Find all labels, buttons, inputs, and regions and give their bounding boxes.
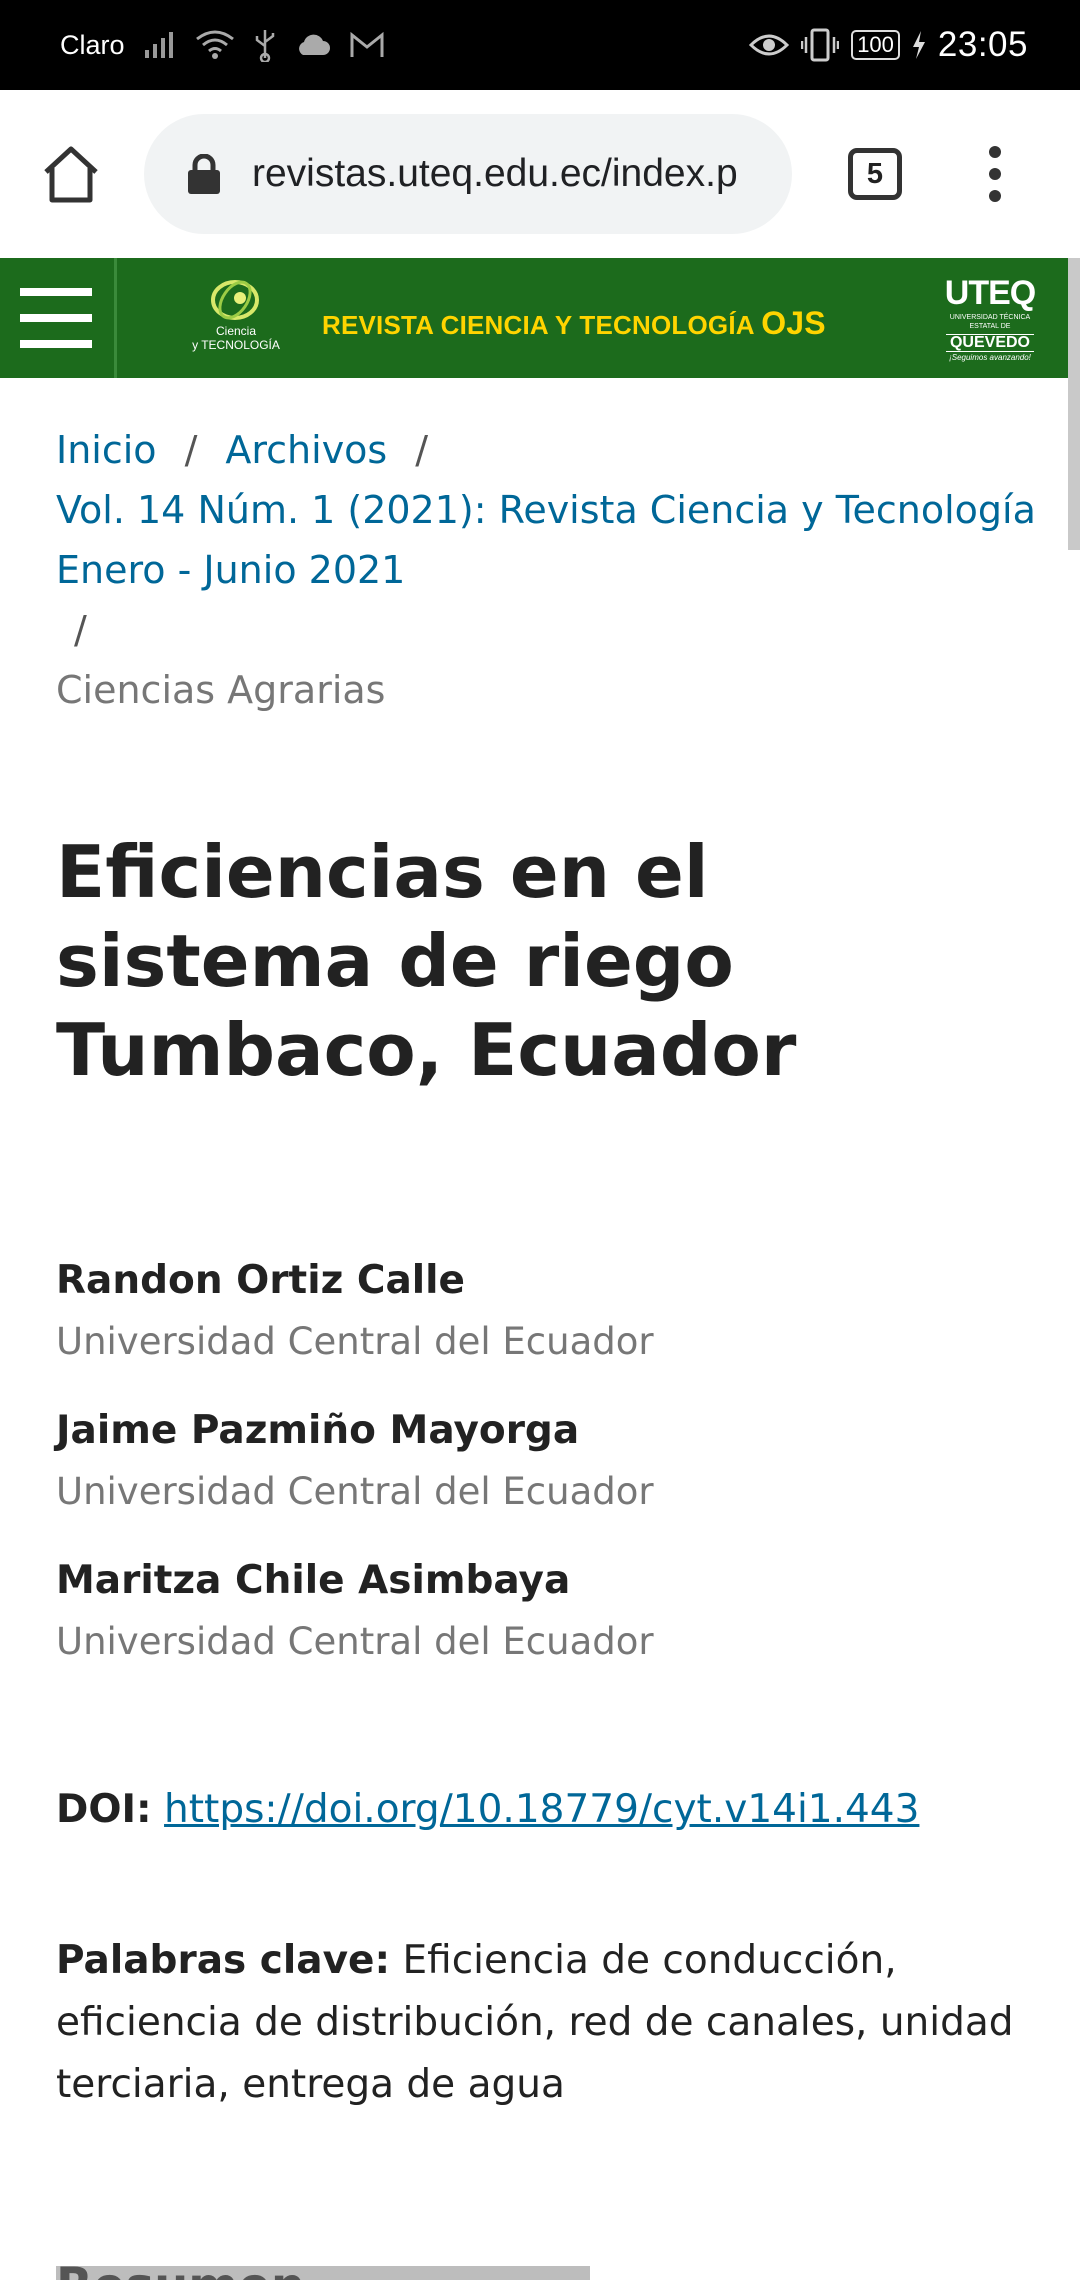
breadcrumb-issue-link[interactable]: Vol. 14 Núm. 1 (2021): Revista Ciencia y… — [56, 488, 1036, 592]
usb-icon — [253, 28, 277, 62]
eye-icon — [749, 31, 790, 59]
abstract-heading: Resumen — [56, 2266, 590, 2280]
breadcrumb-home-link[interactable]: Inicio — [56, 428, 157, 472]
breadcrumb-separator: / — [74, 608, 87, 652]
doi-label: DOI: — [56, 1787, 152, 1832]
author-item: Maritza Chile Asimbaya Universidad Centr… — [56, 1550, 1036, 1672]
author-list: Randon Ortiz Calle Universidad Central d… — [56, 1250, 1036, 1700]
status-bar: Claro 100 23:05 — [0, 0, 1080, 90]
home-icon[interactable] — [38, 142, 104, 208]
lock-icon — [186, 153, 222, 194]
author-affiliation: Universidad Central del Ecuador — [56, 1320, 654, 1363]
carrier-label: Claro — [60, 29, 125, 60]
breadcrumb: Inicio / Archivos / Vol. 14 Núm. 1 (2021): … — [56, 420, 1036, 720]
wifi-icon — [195, 29, 235, 61]
hamburger-menu-button[interactable] — [0, 258, 117, 378]
charging-icon — [912, 31, 926, 59]
logo-caption: Ciencia y TECNOLOGÍA — [192, 324, 280, 352]
journal-title[interactable]: REVISTA CIENCIA Y TECNOLOGÍA OJS — [322, 258, 826, 378]
author-affiliation: Universidad Central del Ecuador — [56, 1470, 654, 1513]
address-bar[interactable]: revistas.uteq.edu.ec/index.p — [144, 114, 792, 234]
breadcrumb-separator: / — [184, 428, 198, 472]
vibrate-icon — [801, 27, 840, 63]
article-title: Eficiencias en el sistema de riego Tumba… — [56, 830, 797, 1092]
browser-toolbar: revistas.uteq.edu.ec/index.p 5 — [0, 90, 1080, 258]
keywords-label: Palabras clave: — [56, 1938, 391, 1983]
journal-logo[interactable] — [190, 276, 280, 366]
author-item: Randon Ortiz Calle Universidad Central d… — [56, 1250, 1036, 1372]
more-vert-icon[interactable] — [980, 144, 1010, 204]
keywords-section: Palabras clave: Eficiencia de conducción… — [56, 1930, 1046, 2116]
breadcrumb-separator: / — [415, 428, 429, 472]
gmail-icon — [349, 31, 385, 59]
author-name: Jaime Pazmiño Mayorga — [56, 1408, 580, 1453]
cloud-icon — [295, 33, 331, 57]
author-item: Jaime Pazmiño Mayorga Universidad Centra… — [56, 1400, 1036, 1522]
author-name: Randon Ortiz Calle — [56, 1258, 465, 1303]
clock: 23:05 — [937, 25, 1028, 64]
url-text: revistas.uteq.edu.ec/index.p — [252, 152, 738, 195]
doi-link[interactable]: https://doi.org/10.18779/cyt.v14i1.443 — [164, 1787, 919, 1832]
page-scrollbar[interactable] — [1068, 258, 1080, 550]
signal-icon — [143, 30, 177, 60]
author-affiliation: Universidad Central del Ecuador — [56, 1620, 654, 1663]
site-header: Ciencia y TECNOLOGÍA REVISTA CIENCIA Y T… — [0, 258, 1072, 378]
author-name: Maritza Chile Asimbaya — [56, 1558, 571, 1603]
tab-switcher-button[interactable]: 5 — [848, 148, 902, 200]
doi-section: DOI: https://doi.org/10.18779/cyt.v14i1.… — [56, 1780, 1056, 1840]
battery-icon: 100 — [851, 30, 900, 60]
breadcrumb-archives-link[interactable]: Archivos — [225, 428, 387, 472]
breadcrumb-current: Ciencias Agrarias — [56, 668, 386, 712]
uteq-logo[interactable]: UTEQ UNIVERSIDAD TÉCNICA ESTATAL DE QUEV… — [940, 276, 1040, 366]
